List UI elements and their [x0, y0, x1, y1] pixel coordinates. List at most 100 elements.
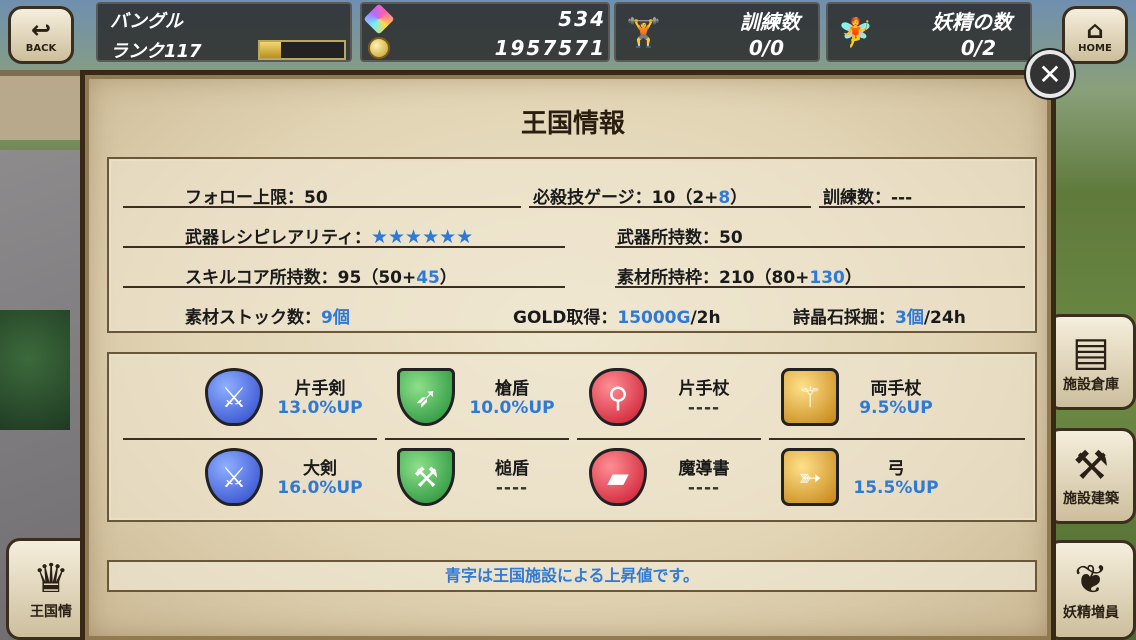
gold-income-label: GOLD取得：	[513, 308, 618, 328]
back-label: BACK	[25, 42, 57, 54]
training-label: 訓練数	[740, 10, 800, 34]
material-slots-close: ）	[844, 268, 862, 288]
divider	[123, 206, 521, 208]
blue-text-note: 青字は王国施設による上昇値です。	[107, 560, 1037, 592]
divider	[769, 438, 1025, 440]
weapon-name: 槌盾	[495, 459, 529, 479]
divider	[819, 206, 1025, 208]
facility-build-button[interactable]: ⚒ 施設建築	[1046, 428, 1136, 524]
dialog-title: 王国情報	[520, 109, 625, 139]
background-tower	[0, 310, 70, 430]
training-value: 0/0	[748, 36, 784, 60]
divider	[615, 286, 1025, 288]
kingdom-stats-box: フォロー上限：50 必殺技ゲージ：10（2+8） 訓練数：--- 武器レシピレア…	[107, 157, 1037, 333]
crystal-mining: 詩晶石採掘：3個/24h	[793, 303, 966, 328]
home-icon: ⌂	[1086, 15, 1104, 44]
divider	[123, 246, 565, 248]
crystal-mining-value: 3個	[895, 308, 924, 328]
kingdom-info-dialog: 王国情報 フォロー上限：50 必殺技ゲージ：10（2+8） 訓練数：--- 武器…	[80, 70, 1056, 640]
weapons-owned: 武器所持数：50	[617, 228, 743, 248]
fairy-silhouette-icon: ❦	[1074, 557, 1108, 603]
crown-icon: ♛	[33, 556, 69, 602]
material-slots-base: 素材所持枠：210（80+	[617, 268, 810, 288]
gold-income-value: 15000G	[617, 308, 691, 328]
gold-count: 1957571	[494, 36, 606, 60]
divider	[615, 246, 1025, 248]
divider	[529, 206, 811, 208]
fairy-value: 0/2	[960, 36, 996, 60]
sword-icon: ⚔	[205, 368, 263, 426]
recipe-rarity-label: 武器レシピレアリティ：	[185, 228, 371, 248]
skill-core-base: スキルコア所持数：95（50+	[185, 268, 417, 288]
dumbbell-icon: 🏋	[626, 16, 661, 49]
coin-icon	[368, 37, 390, 59]
back-arrow-icon: ↩	[30, 15, 52, 44]
greatsword-icon: ⚔	[205, 448, 263, 506]
storage-icon: ▤	[1072, 329, 1110, 375]
weapon-name: 両手杖	[870, 379, 922, 399]
weapon-bonus-box: ⚔ 片手剣 13.0%UP ➶ 槍盾 10.0%UP ⚲ 片手杖 ---- ⚚ …	[107, 352, 1037, 522]
rank-progress-bar	[258, 40, 346, 60]
fairy-icon: 🧚	[838, 16, 873, 49]
gem-icon	[363, 3, 395, 35]
divider	[577, 438, 761, 440]
material-slots: 素材所持枠：210（80+130）	[617, 263, 862, 288]
weapon-name: 片手杖	[678, 379, 730, 399]
skill-core-count: スキルコア所持数：95（50+45）	[185, 263, 457, 288]
skill-core-bonus: 45	[416, 268, 440, 288]
fairy-increase-label: 妖精増員	[1063, 605, 1119, 621]
bow-icon: ➳	[781, 448, 839, 506]
facility-storage-button[interactable]: ▤ 施設倉庫	[1046, 314, 1136, 410]
weapon-bonus: 16.0%UP	[277, 478, 363, 498]
facility-storage-label: 施設倉庫	[1063, 377, 1119, 393]
weapon-name: 片手剣	[294, 379, 346, 399]
weapon-bonus: ----	[687, 398, 721, 418]
weapon-bonus: 9.5%UP	[859, 398, 933, 418]
training-count: 訓練数：---	[823, 188, 913, 208]
material-slots-bonus: 130	[809, 268, 845, 288]
divider	[123, 438, 377, 440]
weapon-name: 魔導書	[678, 459, 730, 479]
gold-income-period: /2h	[690, 308, 721, 328]
skill-core-close: ）	[439, 268, 457, 288]
recipe-rarity: 武器レシピレアリティ：★★★★★★	[185, 223, 473, 248]
weapon-name: 大剣	[303, 459, 337, 479]
training-panel: 🏋 訓練数 0/0	[614, 2, 820, 62]
special-gauge-bonus: 8	[718, 188, 731, 208]
fairy-panel: 🧚 妖精の数 0/2	[826, 2, 1032, 62]
material-stock: 素材ストック数：9個	[185, 303, 350, 328]
material-stock-label: 素材ストック数：	[185, 308, 321, 328]
rarity-stars-icon: ★★★★★★	[370, 226, 474, 248]
special-gauge-close: ）	[730, 188, 748, 208]
home-button[interactable]: ⌂ HOME	[1062, 6, 1128, 64]
gem-count: 534	[558, 7, 606, 31]
weapon-name: 弓	[887, 459, 905, 479]
fairy-increase-button[interactable]: ❦ 妖精増員	[1046, 540, 1136, 640]
close-icon[interactable]: ✕	[1026, 50, 1074, 98]
weapon-bonus: ----	[687, 478, 721, 498]
follow-limit: フォロー上限：50	[185, 188, 328, 208]
weapon-bonus: 10.0%UP	[469, 398, 555, 418]
rank-progress-fill	[260, 42, 281, 58]
crystal-mining-label: 詩晶石採掘：	[793, 308, 895, 328]
gem-row: 534	[363, 3, 606, 35]
background-building	[0, 70, 90, 140]
currency-panel: 534 1957571	[360, 2, 610, 62]
top-bar: ↩ BACK バングル ランク117 534 1957571 🏋 訓練数 0/0…	[0, 0, 1136, 66]
back-button[interactable]: ↩ BACK	[8, 6, 74, 64]
gold-income: GOLD取得：15000G/2h	[513, 303, 721, 328]
build-tools-icon: ⚒	[1073, 443, 1109, 489]
special-gauge: 必殺技ゲージ：10（2+8）	[533, 183, 747, 208]
player-info-panel: バングル ランク117	[96, 2, 352, 62]
facility-build-label: 施設建築	[1063, 491, 1119, 507]
spear-shield-icon: ➶	[397, 368, 455, 426]
kingdom-info-label: 王国情	[30, 604, 72, 620]
player-rank: ランク117	[110, 41, 202, 62]
home-label: HOME	[1078, 42, 1112, 54]
weapon-bonus: ----	[495, 478, 529, 498]
special-gauge-base: 必殺技ゲージ：10（2+	[533, 188, 719, 208]
weapon-name: 槍盾	[495, 379, 529, 399]
weapon-bonus: 13.0%UP	[277, 398, 363, 418]
divider	[385, 438, 569, 440]
fairy-label: 妖精の数	[932, 10, 1012, 34]
